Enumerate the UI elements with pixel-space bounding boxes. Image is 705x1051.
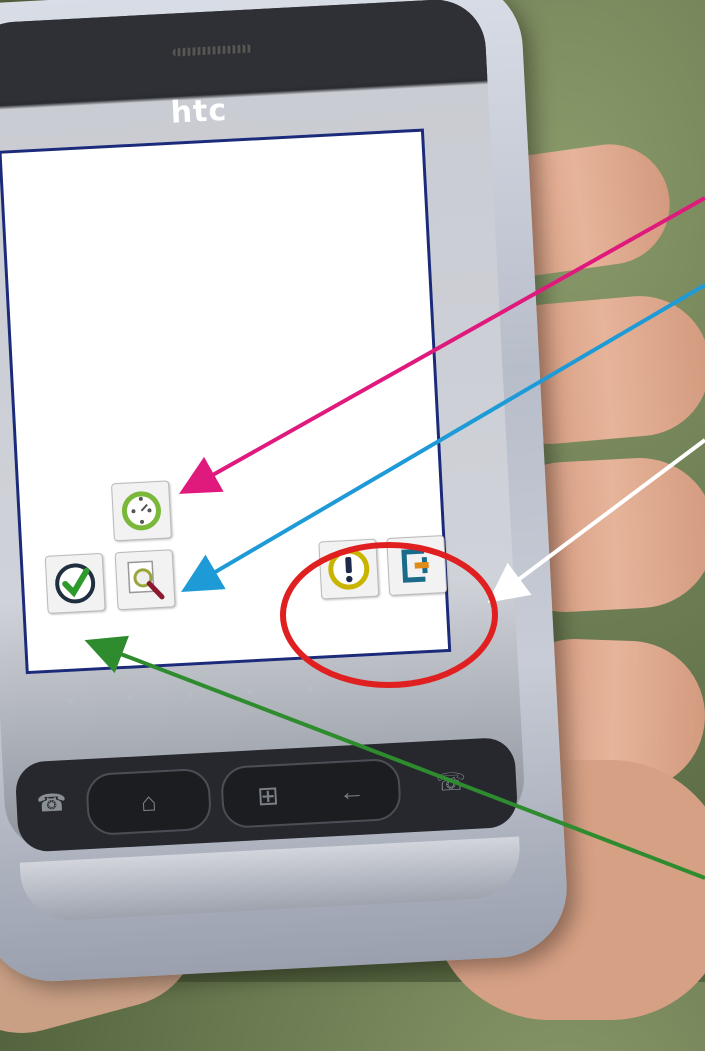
exit-icon	[401, 548, 429, 583]
windows-icon: ⊞	[256, 779, 280, 811]
home-icon: ⌂	[140, 785, 158, 817]
clock-history-icon	[121, 491, 161, 531]
soft-key-dot	[127, 694, 134, 701]
soft-key-dot	[186, 691, 194, 698]
windows-back-button[interactable]: ⊞ ←	[219, 757, 402, 830]
home-button[interactable]: ⌂	[85, 767, 213, 837]
end-call-icon[interactable]: ☏	[435, 767, 466, 798]
call-icon[interactable]: ☎	[36, 788, 67, 819]
app-screen	[0, 128, 452, 675]
phone-device: htc ☎ ⌂ ⊞ ← ☏	[0, 0, 571, 985]
alert-icon	[328, 548, 370, 590]
brand-logo: htc	[169, 92, 229, 131]
phone-chin	[19, 836, 523, 923]
soft-key-dot	[67, 697, 74, 704]
exit-button[interactable]	[386, 535, 448, 597]
search-document-icon	[127, 560, 165, 600]
soft-key-dot	[306, 685, 314, 692]
confirm-button[interactable]	[44, 552, 106, 614]
alert-button[interactable]	[318, 538, 380, 600]
check-mark-icon	[55, 563, 96, 604]
history-button[interactable]	[110, 480, 172, 542]
soft-key-dot	[366, 681, 374, 689]
soft-key-dot	[246, 688, 254, 695]
search-button[interactable]	[114, 549, 176, 611]
back-icon: ←	[338, 775, 366, 807]
